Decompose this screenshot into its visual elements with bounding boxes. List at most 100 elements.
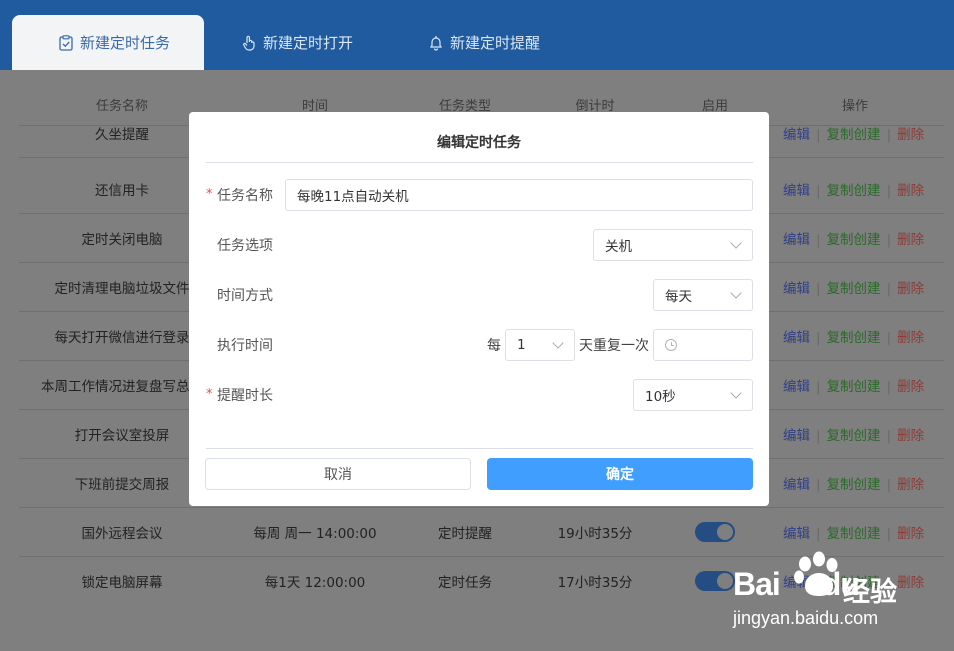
separator: | [886, 280, 892, 297]
enable-toggle[interactable] [695, 521, 735, 542]
exec-days-value: 1 [517, 337, 526, 353]
edit-link[interactable]: 编辑 [783, 330, 810, 346]
exec-time-row: 执行时间 每 1 天重复一次 [206, 329, 753, 361]
separator: | [886, 126, 892, 143]
separator: | [886, 476, 892, 493]
chevron-down-icon [730, 387, 742, 399]
edit-link[interactable]: 编辑 [783, 281, 810, 297]
task-name-input[interactable]: 每晚11点自动关机 [285, 179, 753, 211]
separator: | [816, 329, 821, 346]
hand-pointer-icon [241, 35, 257, 51]
dialog-title-divider [206, 162, 753, 163]
separator: | [816, 476, 821, 493]
copy-create-link[interactable]: 复制创建 [827, 428, 881, 444]
baidu-jingyan-watermark: Bai du 经验 jingyan.baidu.com [733, 548, 933, 638]
tab-new-scheduled-reminder[interactable]: 新建定时提醒 [428, 15, 540, 70]
separator: | [816, 231, 821, 248]
delete-link[interactable]: 删除 [897, 330, 924, 346]
copy-create-link[interactable]: 复制创建 [827, 281, 881, 297]
separator: | [816, 280, 821, 297]
delete-link[interactable]: 删除 [897, 127, 924, 143]
copy-create-link[interactable]: 复制创建 [827, 183, 881, 199]
cell-task-name: 还信用卡 [95, 182, 149, 199]
delete-link[interactable]: 删除 [897, 428, 924, 444]
delete-link[interactable]: 删除 [897, 183, 924, 199]
enable-toggle[interactable] [695, 570, 735, 591]
cell-task-name: 打开会议室投屏 [74, 427, 170, 444]
exec-repeat-text: 天重复一次 [579, 338, 649, 354]
confirm-button[interactable]: 确定 [487, 458, 753, 490]
tab-label: 新建定时任务 [80, 34, 171, 52]
exec-days-select[interactable]: 1 [505, 329, 575, 361]
row-actions: 编辑 | 复制创建 | 删除 [783, 375, 924, 395]
separator: | [886, 231, 892, 248]
separator: | [816, 378, 821, 395]
required-mark: * [206, 386, 213, 402]
chevron-down-icon [730, 237, 742, 249]
remind-duration-select[interactable]: 10秒 [633, 379, 753, 411]
cell-task-name: 下班前提交周报 [74, 476, 170, 493]
bell-icon [428, 35, 444, 51]
cell-countdown: 17小时35分 [557, 574, 633, 591]
chevron-down-icon [730, 287, 742, 299]
separator: | [816, 525, 821, 542]
separator: | [886, 427, 892, 444]
edit-task-dialog: 编辑定时任务 * 任务名称 每晚11点自动关机 任务选项 关机 时间方式 每天 … [189, 112, 769, 506]
copy-create-link[interactable]: 复制创建 [827, 127, 881, 143]
chevron-down-icon [552, 337, 564, 349]
row-actions: 编辑 | 复制创建 | 删除 [783, 522, 924, 542]
edit-link[interactable]: 编辑 [783, 526, 810, 542]
dialog-footer-divider [206, 448, 753, 449]
cell-task-type: 定时任务 [438, 574, 492, 591]
task-name-row: * 任务名称 每晚11点自动关机 [206, 179, 753, 211]
copy-create-link[interactable]: 复制创建 [827, 232, 881, 248]
row-actions: 编辑 | 复制创建 | 删除 [783, 228, 924, 248]
copy-create-link[interactable]: 复制创建 [827, 526, 881, 542]
row-actions: 编辑 | 复制创建 | 删除 [783, 326, 924, 346]
clipboard-icon [58, 34, 74, 51]
required-mark: * [206, 186, 213, 202]
time-mode-select[interactable]: 每天 [653, 279, 753, 311]
cell-task-name: 锁定电脑屏幕 [81, 574, 163, 591]
cell-task-name: 每天打开微信进行登录 [54, 329, 190, 346]
cancel-button[interactable]: 取消 [205, 458, 471, 490]
copy-create-link[interactable]: 复制创建 [827, 379, 881, 395]
separator: | [816, 126, 821, 143]
edit-link[interactable]: 编辑 [783, 127, 810, 143]
delete-link[interactable]: 删除 [897, 526, 924, 542]
cell-task-name: 久坐提醒 [95, 126, 149, 143]
delete-link[interactable]: 删除 [897, 281, 924, 297]
remind-duration-value: 10秒 [645, 389, 676, 405]
remind-duration-label: 提醒时长 [217, 388, 273, 404]
task-option-value: 关机 [605, 239, 632, 255]
tab-new-scheduled-task[interactable]: 新建定时任务 [12, 15, 204, 70]
copy-create-link[interactable]: 复制创建 [827, 330, 881, 346]
exec-time-picker[interactable] [653, 329, 753, 361]
delete-link[interactable]: 删除 [897, 232, 924, 248]
delete-link[interactable]: 删除 [897, 379, 924, 395]
edit-link[interactable]: 编辑 [783, 428, 810, 444]
edit-link[interactable]: 编辑 [783, 232, 810, 248]
row-actions: 编辑 | 复制创建 | 删除 [783, 424, 924, 444]
clock-icon [665, 339, 677, 351]
separator: | [816, 427, 821, 444]
tab-label: 新建定时提醒 [450, 34, 541, 52]
dialog-title: 编辑定时任务 [437, 135, 521, 151]
task-option-select[interactable]: 关机 [593, 229, 753, 261]
time-mode-value: 每天 [665, 289, 692, 305]
task-name-label: 任务名称 [217, 188, 273, 204]
separator: | [886, 182, 892, 199]
separator: | [886, 329, 892, 346]
task-option-label: 任务选项 [217, 238, 273, 254]
task-name-value: 每晚11点自动关机 [297, 189, 409, 205]
edit-link[interactable]: 编辑 [783, 183, 810, 199]
time-mode-row: 时间方式 每天 [206, 279, 753, 311]
separator: | [816, 182, 821, 199]
cell-task-name: 国外远程会议 [81, 525, 163, 542]
task-option-row: 任务选项 关机 [206, 229, 753, 261]
copy-create-link[interactable]: 复制创建 [827, 477, 881, 493]
tab-new-scheduled-open[interactable]: 新建定时打开 [241, 15, 353, 70]
delete-link[interactable]: 删除 [897, 477, 924, 493]
edit-link[interactable]: 编辑 [783, 379, 810, 395]
edit-link[interactable]: 编辑 [783, 477, 810, 493]
